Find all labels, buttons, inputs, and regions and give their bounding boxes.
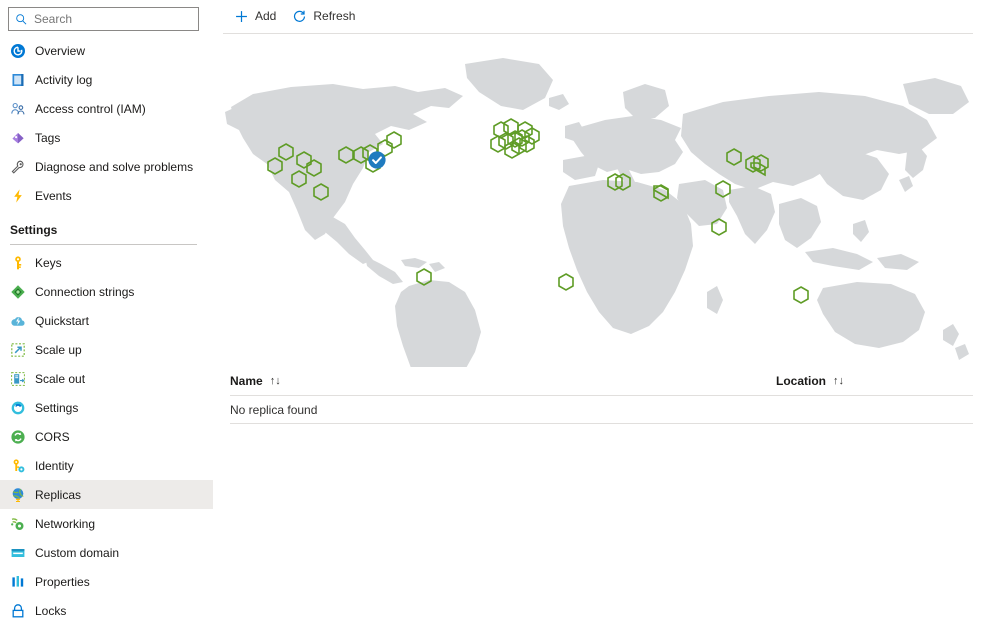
replicas-globe-icon [10, 487, 26, 503]
search-icon [15, 13, 28, 26]
sidebar-item-label: Identity [35, 458, 74, 474]
sidebar-item-label: Settings [35, 400, 78, 416]
sidebar-group-settings: Settings [0, 210, 213, 240]
resource-menu-sidebar: « Overview Activity log [0, 0, 213, 628]
sidebar-item-label: Scale out [35, 371, 85, 387]
sidebar-item-label: Keys [35, 255, 62, 271]
plus-icon [234, 9, 249, 24]
cors-icon [10, 429, 26, 445]
overview-icon [10, 43, 26, 59]
region-marker[interactable] [387, 132, 401, 148]
resource-menu-list: Overview Activity log Acces [0, 36, 213, 625]
sidebar-item-label: Quickstart [35, 313, 89, 329]
sidebar-item-custom-domain[interactable]: Custom domain [0, 538, 213, 567]
replicas-page: « Overview Activity log [0, 0, 990, 628]
region-marker[interactable] [712, 219, 726, 235]
sort-arrows-icon: ↑↓ [270, 374, 281, 388]
region-marker[interactable] [559, 274, 573, 290]
scale-out-icon [10, 371, 26, 387]
table-row: No replica found [230, 396, 973, 424]
add-button-label: Add [255, 9, 276, 24]
sidebar-item-label: Activity log [35, 72, 92, 88]
keys-icon [10, 255, 26, 271]
tags-icon [10, 130, 26, 146]
column-header-name[interactable]: Name ↑↓ [230, 374, 281, 388]
scale-up-icon [10, 342, 26, 358]
settings-gear-icon [10, 400, 26, 416]
sidebar-item-label: Properties [35, 574, 90, 590]
sidebar-item-cors[interactable]: CORS [0, 422, 213, 451]
sidebar-item-label: Diagnose and solve problems [35, 159, 193, 175]
sidebar-item-label: Tags [35, 130, 60, 146]
sidebar-item-diagnose[interactable]: Diagnose and solve problems [0, 152, 213, 181]
sidebar-item-label: Networking [35, 516, 95, 532]
replicas-content: Add Refresh [213, 0, 990, 628]
properties-icon [10, 574, 26, 590]
sidebar-item-locks[interactable]: Locks [0, 596, 213, 625]
sidebar-item-properties[interactable]: Properties [0, 567, 213, 596]
sort-arrows-icon: ↑↓ [833, 374, 844, 388]
sidebar-item-label: Locks [35, 603, 66, 619]
sidebar-item-activity-log[interactable]: Activity log [0, 65, 213, 94]
sidebar-item-settings[interactable]: Settings [0, 393, 213, 422]
sidebar-item-events[interactable]: Events [0, 181, 213, 210]
custom-domain-icon [10, 545, 26, 561]
sidebar-item-replicas[interactable]: Replicas [0, 480, 213, 509]
sidebar-item-label: Custom domain [35, 545, 119, 561]
map-landmasses [225, 58, 969, 367]
sidebar-item-tags[interactable]: Tags [0, 123, 213, 152]
search-input[interactable] [34, 9, 184, 29]
region-map[interactable] [213, 34, 973, 367]
sidebar-item-scale-up[interactable]: Scale up [0, 335, 213, 364]
sidebar-group-label: Settings [10, 223, 57, 237]
quickstart-icon [10, 313, 26, 329]
activity-log-icon [10, 72, 26, 88]
networking-icon [10, 516, 26, 532]
refresh-icon [292, 9, 307, 24]
events-icon [10, 188, 26, 204]
sidebar-item-access-control[interactable]: Access control (IAM) [0, 94, 213, 123]
column-header-label: Name [230, 374, 263, 388]
sidebar-item-quickstart[interactable]: Quickstart [0, 306, 213, 335]
sidebar-item-scale-out[interactable]: Scale out [0, 364, 213, 393]
refresh-button[interactable]: Refresh [288, 2, 363, 32]
connection-strings-icon [10, 284, 26, 300]
sidebar-item-label: Events [35, 188, 72, 204]
sidebar-item-label: Replicas [35, 487, 81, 503]
sidebar-item-label: Access control (IAM) [35, 101, 146, 117]
selected-region-marker[interactable] [368, 151, 385, 168]
identity-icon [10, 458, 26, 474]
sidebar-item-label: Connection strings [35, 284, 134, 300]
diagnose-icon [10, 159, 26, 175]
add-button[interactable]: Add [230, 2, 284, 32]
column-header-location[interactable]: Location ↑↓ [776, 374, 844, 388]
column-header-label: Location [776, 374, 826, 388]
sidebar-item-label: CORS [35, 429, 70, 445]
sidebar-item-overview[interactable]: Overview [0, 36, 213, 65]
sidebar-item-keys[interactable]: Keys [0, 248, 213, 277]
sidebar-item-identity[interactable]: Identity [0, 451, 213, 480]
sidebar-group-divider [10, 244, 197, 245]
search-box[interactable] [8, 7, 199, 31]
sidebar-item-connection-strings[interactable]: Connection strings [0, 277, 213, 306]
table-header-row: Name ↑↓ Location ↑↓ [230, 367, 973, 396]
sidebar-item-label: Overview [35, 43, 85, 59]
region-marker[interactable] [794, 287, 808, 303]
region-marker[interactable] [491, 136, 505, 152]
empty-state-message: No replica found [230, 403, 317, 417]
access-control-icon [10, 101, 26, 117]
world-map-svg[interactable] [213, 34, 973, 367]
locks-icon [10, 603, 26, 619]
refresh-button-label: Refresh [313, 9, 355, 24]
command-bar: Add Refresh [230, 0, 367, 33]
replicas-table: Name ↑↓ Location ↑↓ No replica found [230, 367, 973, 424]
sidebar-item-networking[interactable]: Networking [0, 509, 213, 538]
sidebar-item-label: Scale up [35, 342, 82, 358]
